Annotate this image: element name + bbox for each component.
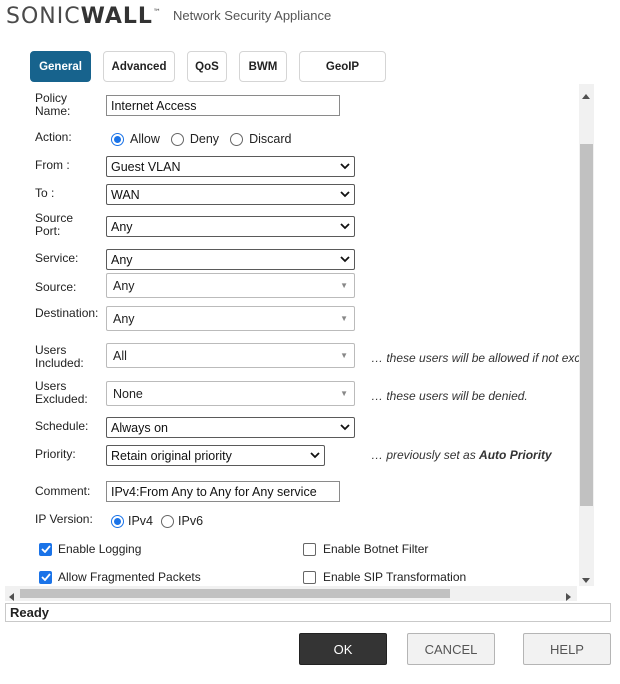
schedule-value: Always on xyxy=(111,420,168,435)
source-port-select[interactable]: Any xyxy=(106,216,355,237)
ip-version-radio-group: IPv4 IPv6 xyxy=(111,514,203,528)
cancel-button[interactable]: CANCEL xyxy=(407,633,495,665)
chevron-down-icon xyxy=(340,255,350,265)
logo-trademark: ™ xyxy=(152,7,162,17)
tab-general[interactable]: General xyxy=(30,51,91,82)
tab-qos[interactable]: QoS xyxy=(187,51,227,82)
enable-botnet-filter-option: Enable Botnet Filter xyxy=(303,542,428,556)
enable-botnet-filter-checkbox[interactable] xyxy=(303,542,316,556)
policy-name-label: Policy Name: xyxy=(35,91,71,118)
comment-input[interactable]: IPv4:From Any to Any for Any service xyxy=(106,481,340,502)
to-select[interactable]: WAN xyxy=(106,184,355,205)
schedule-label: Schedule: xyxy=(35,419,89,433)
to-label: To : xyxy=(35,186,55,200)
logo-text-sonic: SONIC xyxy=(6,4,81,29)
chevron-down-icon xyxy=(340,222,350,232)
priority-value: Retain original priority xyxy=(111,448,232,463)
users-included-combo[interactable]: All ▼ xyxy=(106,343,355,368)
action-allow-radio[interactable] xyxy=(111,132,124,146)
action-radio-group: Allow Deny Discard xyxy=(111,132,291,146)
scroll-left-arrow-icon[interactable] xyxy=(8,590,14,604)
allow-fragmented-packets-checkbox[interactable] xyxy=(39,570,52,584)
status-text: Ready xyxy=(10,605,50,620)
comment-label: Comment: xyxy=(35,484,91,498)
users-excluded-combo[interactable]: None ▼ xyxy=(106,381,355,406)
tab-advanced[interactable]: Advanced xyxy=(103,51,175,82)
allow-fragmented-packets-option: Allow Fragmented Packets xyxy=(39,570,201,584)
enable-logging-option: Enable Logging xyxy=(39,542,141,556)
chevron-down-icon xyxy=(310,451,320,461)
destination-label: Destination: xyxy=(35,306,99,320)
from-select[interactable]: Guest VLAN xyxy=(106,156,355,177)
enable-logging-checkbox[interactable] xyxy=(39,542,52,556)
to-value: WAN xyxy=(111,187,140,202)
ipv6-label: IPv6 xyxy=(178,514,204,528)
help-button[interactable]: HELP xyxy=(523,633,611,665)
enable-botnet-filter-label: Enable Botnet Filter xyxy=(323,542,429,556)
ip-version-label: IP Version: xyxy=(35,512,93,526)
destination-combo[interactable]: Any ▼ xyxy=(106,306,355,331)
source-port-value: Any xyxy=(111,219,133,234)
action-label: Action: xyxy=(35,130,72,144)
ipv6-radio[interactable] xyxy=(161,514,175,528)
priority-select[interactable]: Retain original priority xyxy=(106,445,325,466)
vertical-scrollbar-thumb[interactable] xyxy=(580,144,593,506)
sonicwall-logo: SONICWALL™ xyxy=(6,4,162,29)
enable-sip-transformation-label: Enable SIP Transformation xyxy=(323,570,467,584)
schedule-select[interactable]: Always on xyxy=(106,417,355,438)
triangle-down-icon: ▼ xyxy=(340,281,348,290)
action-allow-label: Allow xyxy=(130,132,160,146)
users-included-value: All xyxy=(113,348,127,363)
source-label: Source: xyxy=(35,280,77,294)
ok-button[interactable]: OK xyxy=(299,633,387,665)
action-discard-radio[interactable] xyxy=(230,132,244,146)
scroll-down-arrow-icon[interactable] xyxy=(582,573,590,587)
from-label: From : xyxy=(35,158,70,172)
service-select[interactable]: Any xyxy=(106,249,355,270)
action-deny-radio[interactable] xyxy=(170,132,184,146)
service-label: Service: xyxy=(35,251,79,265)
enable-logging-label: Enable Logging xyxy=(58,542,142,556)
priority-label: Priority: xyxy=(35,447,76,461)
policy-name-input[interactable]: Internet Access xyxy=(106,95,340,116)
chevron-down-icon xyxy=(340,190,350,200)
service-value: Any xyxy=(111,252,133,267)
horizontal-scrollbar-thumb[interactable] xyxy=(20,589,450,598)
users-excluded-value: None xyxy=(113,386,143,401)
triangle-down-icon: ▼ xyxy=(340,351,348,360)
priority-hint: … previously set as Auto Priority xyxy=(371,448,552,462)
action-deny-label: Deny xyxy=(189,132,220,146)
chevron-down-icon xyxy=(340,423,350,433)
scroll-right-arrow-icon[interactable] xyxy=(566,590,572,604)
users-excluded-label: Users Excluded: xyxy=(35,379,88,406)
tab-geoip[interactable]: GeoIP xyxy=(299,51,386,82)
allow-fragmented-packets-label: Allow Fragmented Packets xyxy=(58,570,201,584)
users-excluded-hint: … these users will be denied. xyxy=(371,389,528,403)
chevron-down-icon xyxy=(340,162,350,172)
priority-hint-bold: Auto Priority xyxy=(479,448,552,462)
enable-sip-transformation-option: Enable SIP Transformation xyxy=(303,570,466,584)
priority-hint-text: … previously set as xyxy=(371,448,480,462)
status-bar: Ready xyxy=(5,603,611,622)
scroll-up-arrow-icon[interactable] xyxy=(582,88,590,102)
from-value: Guest VLAN xyxy=(111,159,181,174)
source-port-label: Source Port: xyxy=(35,211,74,238)
ipv4-radio[interactable] xyxy=(111,514,124,528)
users-included-hint: … these users will be allowed if not exc xyxy=(371,351,579,365)
source-combo[interactable]: Any ▼ xyxy=(106,273,355,298)
destination-value: Any xyxy=(113,311,135,326)
triangle-down-icon: ▼ xyxy=(340,389,348,398)
source-value: Any xyxy=(113,278,135,293)
users-included-label: Users Included: xyxy=(35,343,84,370)
tab-bwm[interactable]: BWM xyxy=(239,51,287,82)
triangle-down-icon: ▼ xyxy=(340,314,348,323)
enable-sip-transformation-checkbox[interactable] xyxy=(303,570,316,584)
logo-text-wall: WALL xyxy=(80,4,153,29)
header-subtitle: Network Security Appliance xyxy=(173,8,332,23)
ipv4-label: IPv4 xyxy=(128,514,154,528)
action-discard-label: Discard xyxy=(249,132,292,146)
